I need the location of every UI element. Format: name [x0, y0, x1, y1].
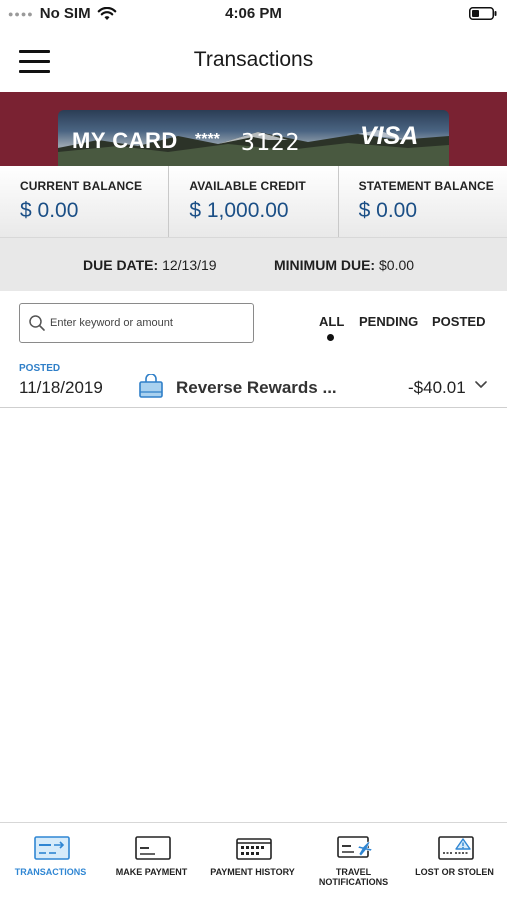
tab-label: LOST OR STOLEN: [415, 867, 494, 877]
selected-tab-indicator: [327, 334, 334, 341]
balance-label: STATEMENT BALANCE: [358, 179, 494, 193]
balance-value: $ 0.00: [20, 199, 79, 222]
transaction-amount: -$40.01: [408, 378, 466, 397]
minimum-due-value: $0.00: [379, 257, 415, 273]
tab-transactions[interactable]: TRANSACTIONS: [0, 823, 101, 900]
status-time: 4:06 PM: [225, 5, 282, 22]
transaction-merchant: Reverse Rewards ...: [176, 378, 337, 397]
filter-posted-tab[interactable]: POSTED: [432, 314, 485, 329]
tab-label: MAKE PAYMENT: [115, 867, 188, 877]
balance-label: CURRENT BALANCE: [20, 179, 143, 193]
card-number-mask: ****: [195, 131, 220, 148]
tab-label: TRANSACTIONS: [14, 867, 87, 877]
filter-tabs: ALL PENDING POSTED: [300, 314, 500, 348]
balance-summary: CURRENT BALANCE $ 0.00 AVAILABLE CREDIT …: [0, 166, 507, 238]
bottom-tab-bar: TRANSACTIONS MAKE PAYMENT PAYMENT HISTOR…: [0, 822, 507, 900]
card-last4: 3122: [241, 130, 301, 156]
nav-bar: Transactions: [0, 28, 507, 92]
card-transactions-icon: [34, 836, 70, 860]
current-balance: CURRENT BALANCE $ 0.00: [0, 166, 168, 237]
card-payment-icon: [135, 836, 171, 860]
minimum-due-label: MINIMUM DUE:: [274, 257, 376, 273]
minimum-due: MINIMUM DUE: $0.00: [274, 257, 414, 273]
tab-label: TRAVEL NOTIFICATIONS: [318, 867, 389, 887]
balance-value: $ 0.00: [358, 199, 418, 222]
transaction-status: POSTED: [19, 363, 61, 374]
balance-value: $ 1,000.00: [189, 199, 289, 222]
tab-label: PAYMENT HISTORY: [210, 867, 295, 877]
warning-card-icon: [438, 836, 474, 860]
status-bar: ●●●● No SIM 4:06 PM: [0, 0, 507, 28]
available-credit: AVAILABLE CREDIT $ 1,000.00: [168, 166, 337, 237]
chevron-down-icon[interactable]: [474, 380, 488, 390]
due-date-value: 12/13/19: [162, 257, 217, 273]
statement-balance: STATEMENT BALANCE $ 0.00: [337, 166, 507, 237]
search-input[interactable]: [50, 312, 248, 334]
transaction-date: 11/18/2019: [19, 378, 103, 397]
due-date-label: DUE DATE:: [83, 257, 159, 273]
transaction-row[interactable]: POSTED 11/18/2019 Reverse Rewards ... -$…: [0, 358, 507, 408]
page-title: Transactions: [193, 48, 314, 71]
due-date: DUE DATE: 12/13/19: [83, 257, 217, 273]
battery-icon: [469, 7, 497, 20]
balance-label: AVAILABLE CREDIT: [189, 179, 306, 193]
airplane-card-icon: [337, 836, 373, 858]
filter-all-tab[interactable]: ALL: [319, 314, 344, 329]
search-icon: [29, 315, 45, 331]
search-box[interactable]: [19, 303, 254, 343]
card-name: MY CARD: [72, 128, 178, 153]
tab-make-payment[interactable]: MAKE PAYMENT: [101, 823, 202, 900]
filter-pending-tab[interactable]: PENDING: [359, 314, 418, 329]
shopping-bag-icon: [139, 374, 163, 398]
card-banner: MY CARD **** 3122 VISA: [0, 92, 507, 166]
calendar-card-icon: [236, 838, 272, 860]
due-info: DUE DATE: 12/13/19 MINIMUM DUE: $0.00: [0, 238, 507, 291]
card-image[interactable]: MY CARD **** 3122 VISA: [58, 110, 449, 166]
tab-lost-or-stolen[interactable]: LOST OR STOLEN: [404, 823, 505, 900]
visa-logo: VISA: [360, 122, 419, 150]
tab-travel-notifications[interactable]: TRAVEL NOTIFICATIONS: [303, 823, 404, 900]
tab-payment-history[interactable]: PAYMENT HISTORY: [202, 823, 303, 900]
